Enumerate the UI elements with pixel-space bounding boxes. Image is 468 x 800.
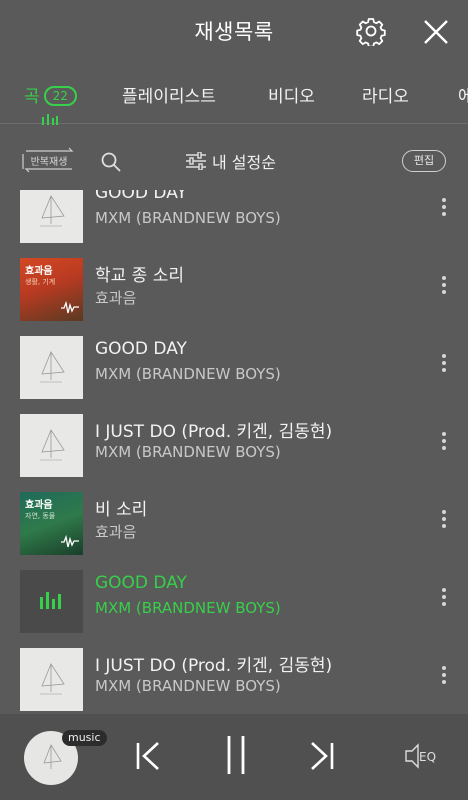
album-art: [20, 414, 83, 477]
equalizer-icon: [41, 110, 59, 125]
gear-icon[interactable]: [356, 16, 386, 48]
song-title: GOOD DAY: [95, 339, 187, 359]
page-title: 재생목록: [194, 20, 274, 44]
list-item[interactable]: GOOD DAY MXM (BRANDNEW BOYS): [0, 190, 468, 250]
player-bar: music EQ: [0, 714, 468, 800]
song-title: 비 소리: [95, 500, 148, 520]
music-badge: music: [62, 730, 107, 746]
list-item[interactable]: I JUST DO (Prod. 키겐, 김동현) MXM (BRANDNEW …: [0, 406, 468, 484]
sliders-icon: [186, 152, 206, 170]
song-title: GOOD DAY: [95, 573, 187, 593]
list-item[interactable]: 효과음 생활, 기계 학교 종 소리 효과음: [0, 250, 468, 328]
list-item[interactable]: I JUST DO (Prod. 키겐, 김동현) MXM (BRANDNEW …: [0, 640, 468, 714]
waveform-icon: [61, 535, 79, 548]
sort-button[interactable]: 내 설정순: [186, 149, 276, 173]
album-art: 효과음 자연, 동물: [20, 492, 83, 555]
more-options-icon[interactable]: [438, 432, 450, 456]
equalizer-icon: [40, 592, 61, 609]
more-options-icon[interactable]: [438, 198, 450, 222]
song-artist: MXM (BRANDNEW BOYS): [95, 209, 281, 227]
song-title: 학교 종 소리: [95, 266, 185, 286]
song-artist: MXM (BRANDNEW BOYS): [95, 599, 281, 617]
song-artist: MXM (BRANDNEW BOYS): [95, 365, 281, 383]
thumb-title: 효과음: [25, 500, 53, 511]
thumb-subtitle: 생활, 기계: [25, 278, 56, 286]
tab-video[interactable]: 비디오: [268, 82, 315, 107]
album-art: 효과음 생활, 기계: [20, 258, 83, 321]
song-artist: 효과음: [95, 289, 137, 307]
toolbar: 반복재생 내 설정순 편집: [0, 124, 468, 190]
album-art: [20, 648, 83, 711]
waveform-icon: [61, 301, 79, 314]
album-art: [20, 336, 83, 399]
song-artist: MXM (BRANDNEW BOYS): [95, 677, 281, 695]
sort-label: 내 설정순: [212, 153, 276, 172]
search-icon[interactable]: [100, 151, 122, 173]
repeat-label: 반복재생: [30, 157, 68, 168]
more-options-icon[interactable]: [438, 510, 450, 534]
tab-more[interactable]: 에: [458, 82, 468, 107]
tab-playlist[interactable]: 플레이리스트: [122, 82, 216, 107]
eq-button[interactable]: EQ: [404, 742, 446, 770]
list-item-now-playing[interactable]: GOOD DAY MXM (BRANDNEW BOYS): [0, 562, 468, 640]
song-count-badge: 22: [43, 86, 77, 106]
thumb-subtitle: 자연, 동물: [25, 512, 56, 520]
tab-bar: 곡 22 플레이리스트 비디오 라디오 에: [0, 66, 468, 125]
eq-label: EQ: [419, 750, 437, 764]
song-title: I JUST DO (Prod. 키겐, 김동현): [95, 656, 333, 676]
previous-icon[interactable]: [134, 740, 164, 772]
edit-button[interactable]: 편집: [402, 150, 446, 172]
tab-songs-label: 곡: [24, 87, 40, 107]
more-options-icon[interactable]: [438, 276, 450, 300]
song-title: GOOD DAY: [95, 190, 187, 203]
pause-icon[interactable]: [224, 734, 248, 776]
more-options-icon[interactable]: [438, 588, 450, 612]
album-art: [20, 570, 83, 633]
song-artist: MXM (BRANDNEW BOYS): [95, 443, 281, 461]
tab-songs[interactable]: 곡 22: [24, 82, 77, 107]
more-options-icon[interactable]: [438, 666, 450, 690]
list-item[interactable]: GOOD DAY MXM (BRANDNEW BOYS): [0, 328, 468, 406]
song-title: I JUST DO (Prod. 키겐, 김동현): [95, 422, 333, 442]
tab-radio[interactable]: 라디오: [362, 82, 409, 107]
album-art: [20, 190, 83, 243]
list-item[interactable]: 효과음 자연, 동물 비 소리 효과음: [0, 484, 468, 562]
song-artist: 효과음: [95, 523, 137, 541]
repeat-button[interactable]: 반복재생: [20, 145, 78, 175]
next-icon[interactable]: [306, 740, 336, 772]
song-list: GOOD DAY MXM (BRANDNEW BOYS) 효과음 생활, 기계 …: [0, 190, 468, 714]
thumb-title: 효과음: [25, 266, 53, 277]
close-icon[interactable]: [420, 16, 452, 48]
more-options-icon[interactable]: [438, 354, 450, 378]
header: 재생목록: [0, 0, 468, 66]
